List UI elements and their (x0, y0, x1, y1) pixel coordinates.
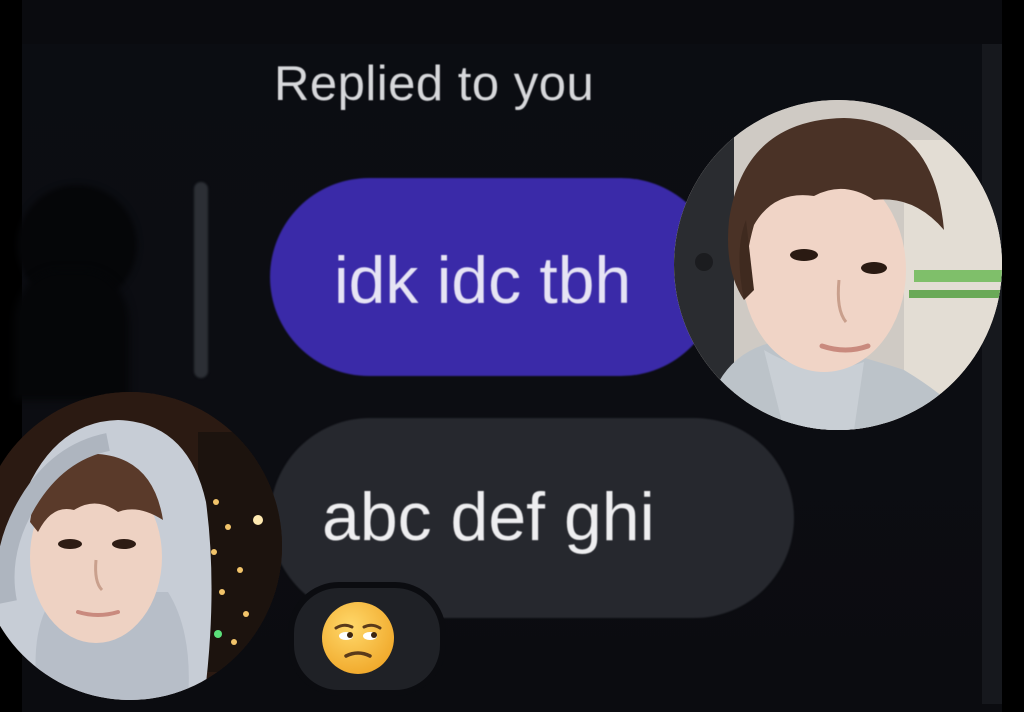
unamused-face-icon (322, 602, 394, 674)
top-bar (22, 0, 1002, 44)
reply-context-label: Replied to you (274, 57, 595, 111)
reply-indicator-bar (194, 182, 208, 378)
scroll-edge (982, 44, 1002, 704)
sender-avatar-shadow (14, 270, 129, 400)
screenshot-collage: Replied to you idk idc tbh abc def ghi (0, 0, 1024, 712)
quoted-message-text: idk idc tbh (334, 243, 632, 317)
reply-message-text: abc def ghi (322, 479, 655, 555)
profile-photo-right (674, 100, 1002, 430)
